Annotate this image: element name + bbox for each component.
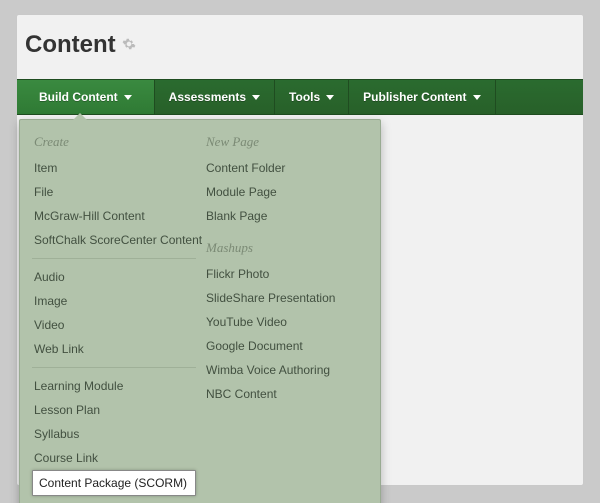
menu-item-content-package-scorm[interactable]: Content Package (SCORM) [32, 470, 196, 496]
menu-item-video[interactable]: Video [32, 313, 196, 337]
create-header: Create [32, 130, 196, 156]
publisher-content-label: Publisher Content [363, 90, 466, 104]
menu-item-audio[interactable]: Audio [32, 265, 196, 289]
menu-item-module-page[interactable]: Module Page [204, 180, 368, 204]
menu-item-nbc-content[interactable]: NBC Content [204, 382, 368, 406]
page-header: Content [17, 15, 583, 77]
assessments-button[interactable]: Assessments [155, 80, 275, 114]
menu-item-image[interactable]: Image [32, 289, 196, 313]
menu-item-softchalk[interactable]: SoftChalk ScoreCenter Content [32, 228, 196, 252]
build-content-dropdown: Create Item File McGraw-Hill Content Sof… [19, 119, 381, 503]
dropdown-left-column: Create Item File McGraw-Hill Content Sof… [32, 130, 196, 496]
menu-item-course-link[interactable]: Course Link [32, 446, 196, 470]
menu-item-content-folder[interactable]: Content Folder [204, 156, 368, 180]
build-content-button[interactable]: Build Content [17, 80, 155, 114]
menu-item-google-document[interactable]: Google Document [204, 334, 368, 358]
tools-button[interactable]: Tools [275, 80, 349, 114]
menu-item-syllabus[interactable]: Syllabus [32, 422, 196, 446]
chevron-down-icon [252, 95, 260, 100]
action-toolbar: Build Content Assessments Tools Publishe… [17, 79, 583, 115]
menu-item-flickr-photo[interactable]: Flickr Photo [204, 262, 368, 286]
chevron-down-icon [473, 95, 481, 100]
page-title: Content [25, 31, 116, 59]
dropdown-connector-icon [71, 113, 89, 122]
chevron-down-icon [326, 95, 334, 100]
publisher-content-button[interactable]: Publisher Content [349, 80, 495, 114]
menu-item-blank-page[interactable]: Blank Page [204, 204, 368, 228]
menu-item-lesson-plan[interactable]: Lesson Plan [32, 398, 196, 422]
assessments-label: Assessments [169, 90, 246, 104]
page-options-icon[interactable] [122, 37, 136, 53]
menu-item-mcgraw-hill[interactable]: McGraw-Hill Content [32, 204, 196, 228]
build-content-label: Build Content [39, 90, 118, 104]
chevron-down-icon [124, 95, 132, 100]
mashups-header: Mashups [204, 236, 368, 262]
menu-item-item[interactable]: Item [32, 156, 196, 180]
menu-item-web-link[interactable]: Web Link [32, 337, 196, 361]
menu-item-file[interactable]: File [32, 180, 196, 204]
tools-label: Tools [289, 90, 320, 104]
content-panel: Content Build Content Assessments Tools … [16, 14, 584, 486]
menu-item-wimba-voice[interactable]: Wimba Voice Authoring [204, 358, 368, 382]
new-page-header: New Page [204, 130, 368, 156]
dropdown-right-column: New Page Content Folder Module Page Blan… [204, 130, 368, 496]
menu-item-youtube-video[interactable]: YouTube Video [204, 310, 368, 334]
menu-item-slideshare[interactable]: SlideShare Presentation [204, 286, 368, 310]
menu-item-learning-module[interactable]: Learning Module [32, 374, 196, 398]
menu-separator [32, 258, 196, 259]
menu-separator [32, 367, 196, 368]
